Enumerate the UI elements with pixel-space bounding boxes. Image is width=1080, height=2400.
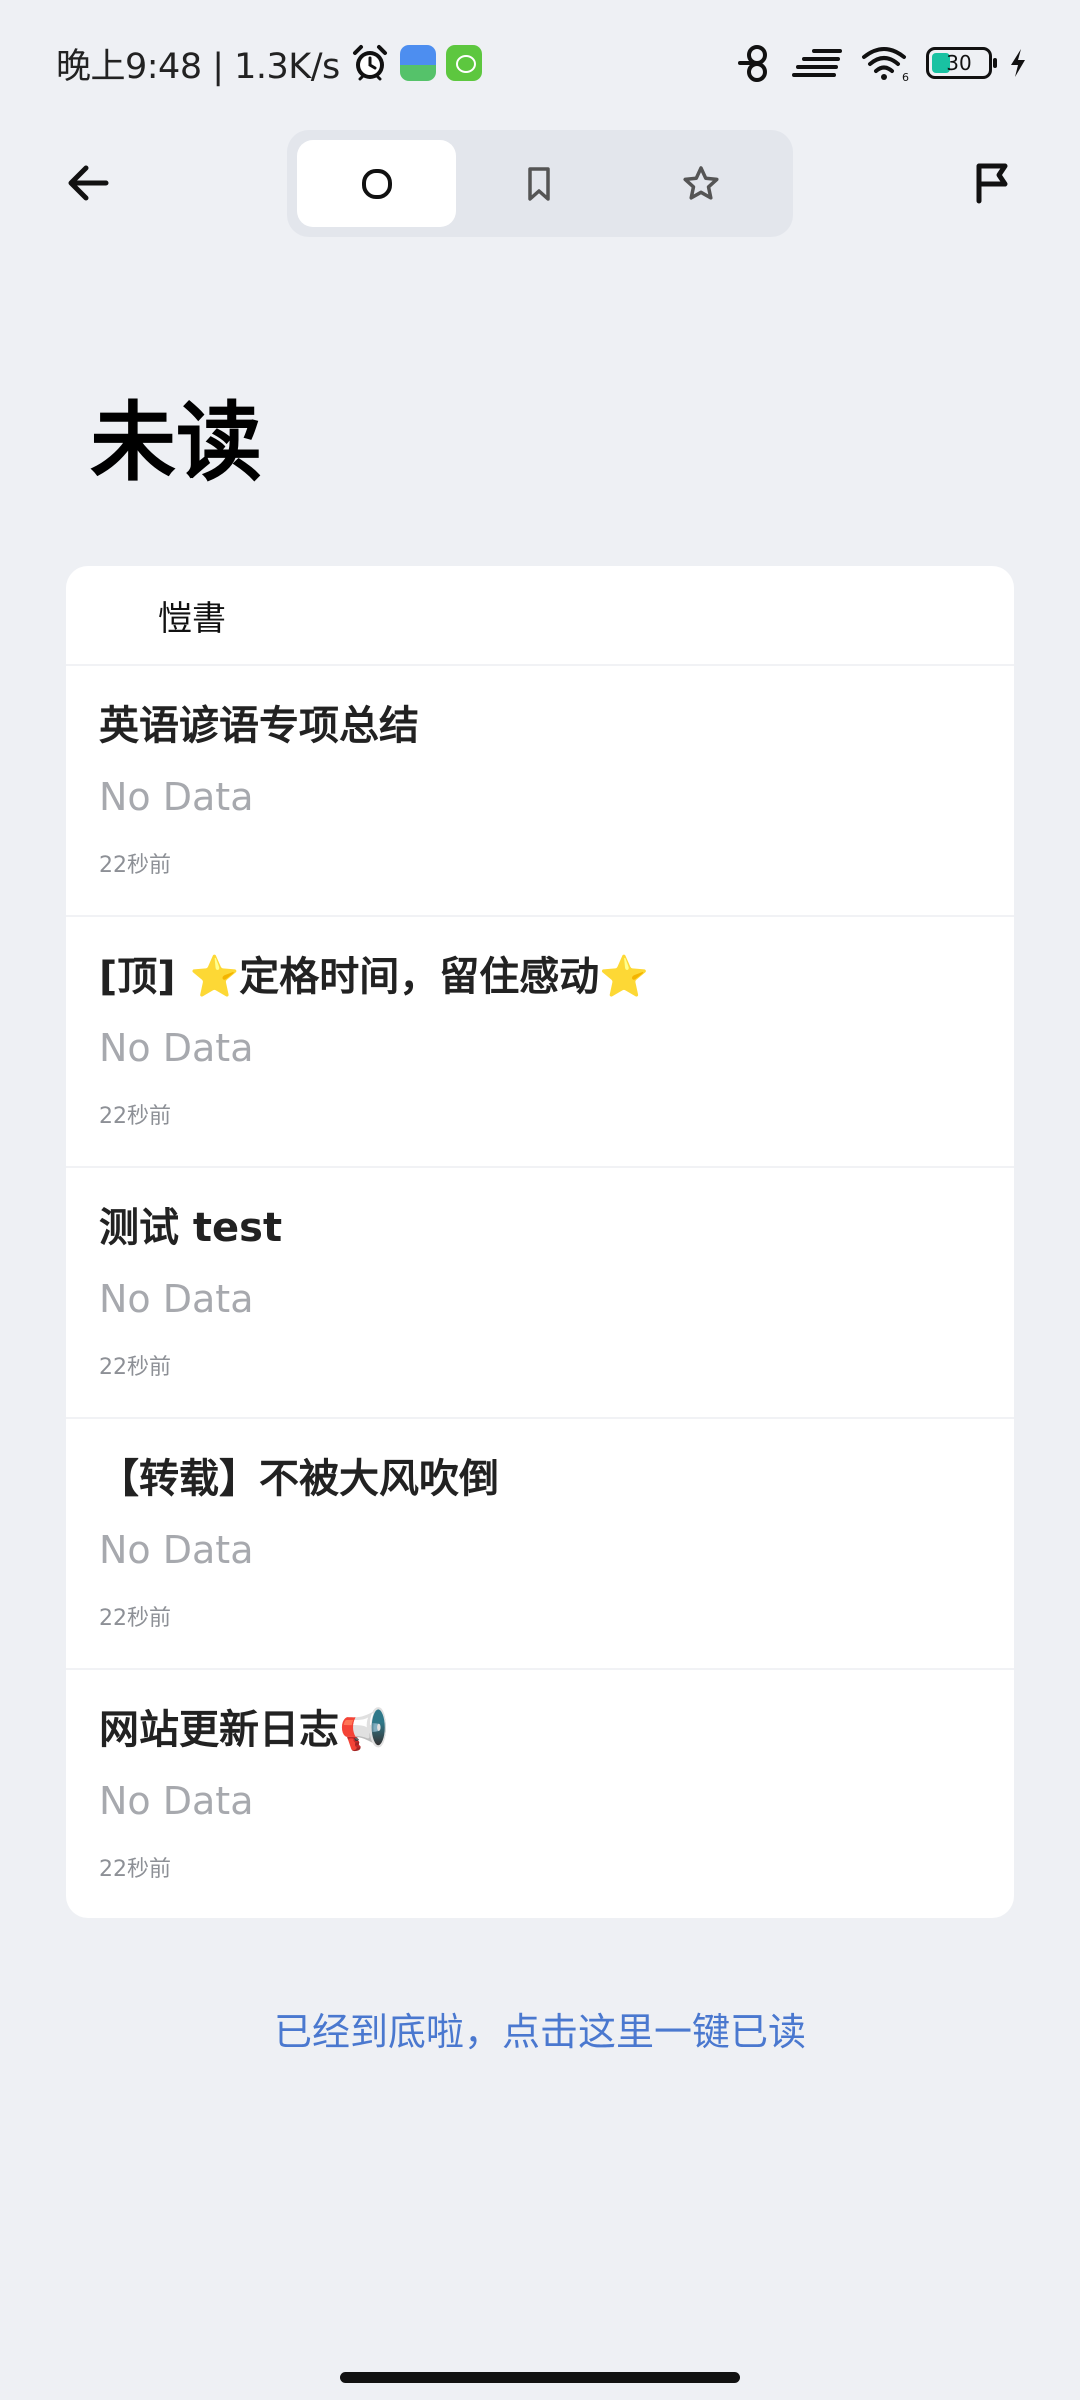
item-summary: No Data [99, 1026, 254, 1070]
item-time: 22秒前 [99, 1606, 171, 1631]
item-time: 22秒前 [99, 1857, 171, 1882]
list-item[interactable]: 【转载】不被大风吹倒 No Data 22秒前 [66, 1419, 1014, 1670]
home-indicator[interactable] [340, 2372, 740, 2383]
flag-icon [976, 163, 1008, 204]
item-time: 22秒前 [99, 853, 171, 878]
svg-text:6: 6 [902, 71, 909, 83]
tab-switcher [287, 130, 793, 237]
alarm-icon [352, 45, 387, 81]
bookmark-icon [527, 166, 550, 201]
tab-bookmarks[interactable] [459, 140, 618, 227]
list-item[interactable]: 英语谚语专项总结 No Data 22秒前 [66, 666, 1014, 917]
status-right: 6 30 [738, 38, 1028, 88]
tab-starred[interactable] [621, 140, 780, 227]
item-summary: No Data [99, 1779, 254, 1823]
status-bar: 晚上9:48 | 1.3K/s 6 30 [0, 0, 1080, 126]
back-arrow-icon [68, 165, 109, 201]
status-left: 晚上9:48 | 1.3K/s [56, 38, 482, 88]
item-title: 测试 test [99, 1205, 283, 1251]
item-title: 【转载】不被大风吹倒 [99, 1456, 499, 1502]
list-item[interactable]: [顶] ⭐定格时间，留住感动⭐ No Data 22秒前 [66, 917, 1014, 1168]
cat-app-icon [445, 45, 482, 81]
flag-button[interactable] [964, 155, 1020, 211]
feed-card: 愷書 英语谚语专项总结 No Data 22秒前 [顶] ⭐定格时间，留住感动⭐… [66, 566, 1014, 1918]
circle-icon [361, 168, 392, 199]
gallery-app-icon [399, 45, 436, 81]
mark-all-read-link[interactable]: 已经到底啦，点击这里一键已读 [0, 2006, 1080, 2058]
charging-icon [1011, 49, 1025, 77]
item-time: 22秒前 [99, 1355, 171, 1380]
hd-icon [738, 45, 767, 82]
star-icon [682, 165, 719, 200]
item-summary: No Data [99, 1528, 254, 1572]
battery-cap [993, 58, 997, 68]
list-item[interactable]: 网站更新日志📢 No Data 22秒前 [66, 1670, 1014, 1918]
wifi-icon: 6 [862, 47, 909, 83]
tab-unread[interactable] [297, 140, 456, 227]
item-time: 22秒前 [99, 1104, 171, 1129]
item-title: 网站更新日志📢 [99, 1707, 389, 1753]
feed-source-name: 愷書 [158, 598, 226, 639]
battery-level: 30 [946, 51, 972, 75]
item-title: [顶] ⭐定格时间，留住感动⭐ [99, 954, 650, 1000]
item-summary: No Data [99, 775, 254, 819]
status-time: 晚上9:48 | 1.3K/s [56, 46, 340, 87]
item-summary: No Data [99, 1277, 254, 1321]
battery-icon: 30 [926, 47, 997, 79]
page-title: 未读 [90, 393, 262, 493]
item-title: 英语谚语专项总结 [99, 703, 419, 749]
list-item[interactable]: 测试 test No Data 22秒前 [66, 1168, 1014, 1419]
feed-source-header[interactable]: 愷書 [66, 566, 1014, 666]
back-button[interactable] [60, 155, 116, 211]
signal-icon [792, 49, 842, 77]
